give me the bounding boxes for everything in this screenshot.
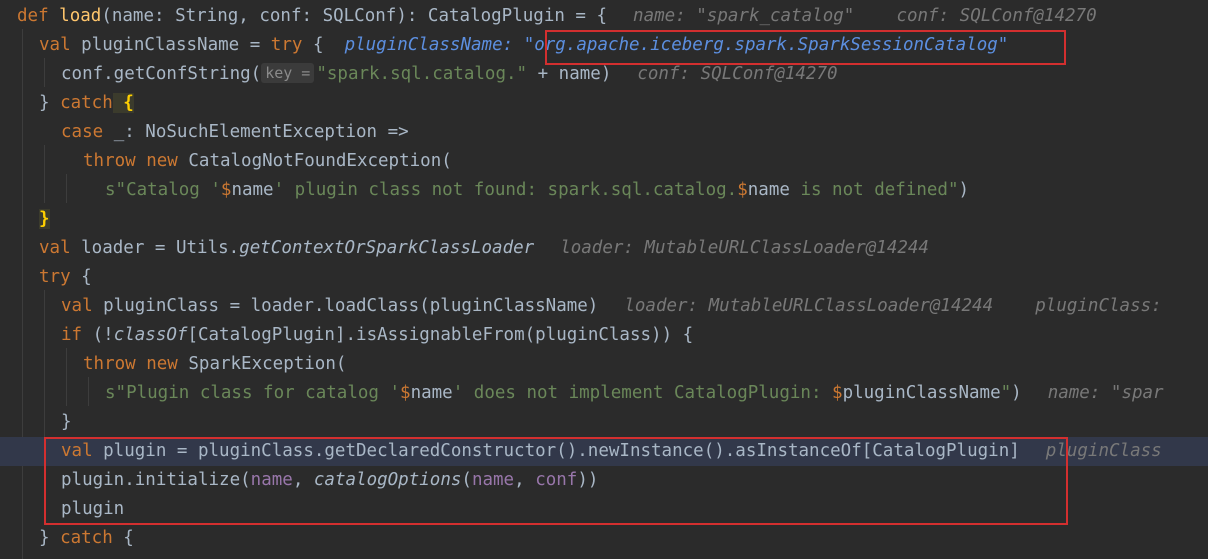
string-literal: s"Plugin class for catalog ' <box>105 383 401 403</box>
string-literal: "spark.sql.catalog." <box>316 64 528 84</box>
code-line[interactable]: if (!classOf[CatalogPlugin].isAssignable… <box>0 321 1208 350</box>
matched-brace: } <box>39 209 50 229</box>
code-line[interactable]: } catch { <box>0 89 1208 118</box>
keyword-new: new <box>146 151 178 171</box>
interpolation-dollar: $ <box>737 180 748 200</box>
function-name: load <box>59 6 102 26</box>
interpolation-dollar: $ <box>400 383 411 403</box>
code-line[interactable]: } <box>0 408 1208 437</box>
code-text: { <box>302 35 324 55</box>
string-literal: ' does not implement CatalogPlugin: <box>452 383 833 403</box>
string-literal: s"Catalog ' <box>105 180 221 200</box>
keyword-val: val <box>39 35 71 55</box>
code-line[interactable]: } catch { <box>0 524 1208 553</box>
method-call: getContextOrSparkClassLoader <box>239 238 535 258</box>
code-line[interactable]: throw new CatalogNotFoundException( <box>0 147 1208 176</box>
debug-inline-hint: name: "spar <box>1047 383 1164 403</box>
string-literal: is not defined" <box>789 180 959 200</box>
code-line[interactable]: s"Catalog '$name' plugin class not found… <box>0 176 1208 205</box>
code-text: CatalogNotFoundException( <box>177 151 452 171</box>
parameter-name-hint: key = <box>261 63 315 83</box>
keyword-catch: catch <box>60 93 113 113</box>
interpolated-var: name <box>410 383 453 403</box>
code-line[interactable]: def load(name: String, conf: SQLConf): C… <box>0 2 1208 31</box>
keyword-val: val <box>61 296 93 316</box>
interpolated-var: name <box>231 180 274 200</box>
code-text: pluginClass = loader.loadClass(pluginCla… <box>92 296 599 316</box>
matched-brace: { <box>112 93 134 113</box>
interpolated-var: name <box>747 180 790 200</box>
code-line[interactable]: try { <box>0 263 1208 292</box>
highlight-box-plugin-instantiation <box>44 437 1068 525</box>
code-text: } <box>39 528 61 548</box>
code-text: pluginClassName = <box>70 35 271 55</box>
debug-inline-hint-label: pluginClassName: <box>344 35 514 55</box>
code-text: ) <box>1011 383 1022 403</box>
code-text: { <box>70 267 92 287</box>
code-text: (! <box>82 325 114 345</box>
code-editor[interactable]: def load(name: String, conf: SQLConf): C… <box>0 0 1208 559</box>
interpolation-dollar: $ <box>832 383 843 403</box>
keyword-val: val <box>39 238 71 258</box>
code-text: SparkException( <box>177 354 347 374</box>
keyword-try: try <box>270 35 303 55</box>
debug-inline-hint: loader: MutableURLClassLoader@14244 plug… <box>624 296 1162 316</box>
interpolated-var: pluginClassName <box>842 383 1001 403</box>
code-line[interactable]: case _: NoSuchElementException => <box>0 118 1208 147</box>
code-text: } <box>61 412 72 432</box>
keyword-case: case <box>61 122 104 142</box>
keyword-catch: catch <box>60 528 113 548</box>
highlight-box-plugin-class-name <box>545 30 1066 65</box>
keyword-try: try <box>39 267 71 287</box>
debug-inline-hint: loader: MutableURLClassLoader@14244 <box>560 238 929 258</box>
code-line[interactable]: throw new SparkException( <box>0 350 1208 379</box>
debug-inline-hint: name: "spark_catalog" conf: SQLConf@1427… <box>633 6 1097 26</box>
keyword-throw: throw <box>83 354 136 374</box>
string-literal: " <box>1000 383 1012 403</box>
string-literal: ' plugin class not found: spark.sql.cata… <box>273 180 738 200</box>
code-line[interactable]: val pluginClass = loader.loadClass(plugi… <box>0 292 1208 321</box>
keyword-def: def <box>17 6 49 26</box>
keyword-throw: throw <box>83 151 136 171</box>
debug-inline-hint: conf: SQLConf@14270 <box>637 64 838 84</box>
code-text: conf.getConfString( <box>61 64 262 84</box>
interpolation-dollar: $ <box>220 180 232 200</box>
method-call: classOf <box>113 325 188 345</box>
code-text: } <box>39 93 61 113</box>
keyword-new: new <box>146 354 178 374</box>
code-line[interactable]: s"Plugin class for catalog '$name' does … <box>0 379 1208 408</box>
code-line[interactable]: } <box>0 205 1208 234</box>
code-text: + name) <box>527 64 612 84</box>
code-line[interactable]: val loader = Utils.getContextOrSparkClas… <box>0 234 1208 263</box>
code-text: ) <box>958 180 970 200</box>
keyword-if: if <box>61 325 83 345</box>
code-text: (name: String, conf: SQLConf): CatalogPl… <box>101 6 608 26</box>
code-text: [CatalogPlugin].isAssignableFrom(pluginC… <box>187 325 694 345</box>
code-text: _: NoSuchElementException => <box>103 122 409 142</box>
code-text: loader = Utils. <box>70 238 240 258</box>
code-text: { <box>112 528 134 548</box>
